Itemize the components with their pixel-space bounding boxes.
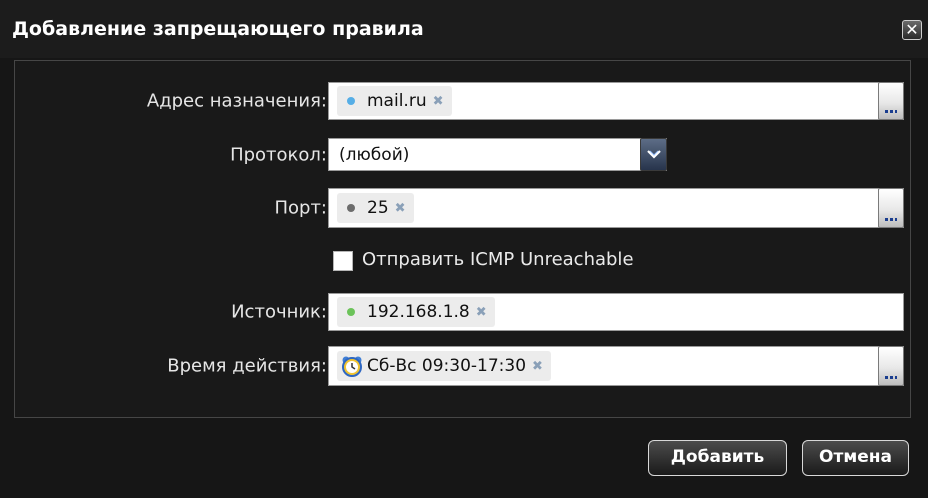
domain-dot-icon xyxy=(347,97,355,105)
title-bar: Добавление запрещающего правила ✕ xyxy=(0,0,928,58)
rule-form-panel: Адрес назначения: mail.ru ✖ Протокол: (л… xyxy=(14,60,911,418)
remove-port-icon[interactable]: ✖ xyxy=(395,201,406,216)
remove-destination-icon[interactable]: ✖ xyxy=(433,94,444,109)
icmp-checkbox-label: Отправить ICMP Unreachable xyxy=(362,249,634,270)
close-button[interactable]: ✕ xyxy=(902,20,922,40)
remove-schedule-icon[interactable]: ✖ xyxy=(532,359,543,374)
dialog-title: Добавление запрещающего правила xyxy=(12,18,424,40)
schedule-token-text: Сб-Вс 09:30-17:30 xyxy=(367,356,527,376)
schedule-field[interactable]: Сб-Вс 09:30-17:30 ✖ xyxy=(328,346,904,386)
remove-source-icon[interactable]: ✖ xyxy=(476,305,487,320)
schedule-row: Время действия: Сб-Вс 09:30-17:30 ✖ xyxy=(15,346,910,386)
port-field[interactable]: 25 ✖ xyxy=(328,188,904,228)
source-token-text: 192.168.1.8 xyxy=(367,302,470,322)
add-deny-rule-dialog: Добавление запрещающего правила ✕ Адрес … xyxy=(0,0,928,498)
protocol-select[interactable]: (любой) xyxy=(328,138,667,171)
port-browse-button[interactable] xyxy=(878,188,904,228)
schedule-browse-button[interactable] xyxy=(878,346,904,386)
source-row: Источник: 192.168.1.8 ✖ xyxy=(15,293,910,331)
destination-token: mail.ru ✖ xyxy=(337,86,452,116)
source-field[interactable]: 192.168.1.8 ✖ xyxy=(328,293,904,331)
icmp-checkbox[interactable] xyxy=(333,251,353,271)
add-button[interactable]: Добавить xyxy=(648,440,787,476)
port-row: Порт: 25 ✖ xyxy=(15,188,910,228)
destination-token-text: mail.ru xyxy=(367,91,427,111)
destination-label: Адрес назначения: xyxy=(146,90,327,112)
source-label: Источник: xyxy=(231,301,327,323)
destination-field[interactable]: mail.ru ✖ xyxy=(328,82,904,120)
port-token: 25 ✖ xyxy=(337,193,414,223)
protocol-row: Протокол: (любой) xyxy=(15,138,910,171)
cancel-button[interactable]: Отмена xyxy=(802,440,909,476)
port-label: Порт: xyxy=(274,197,327,219)
schedule-label: Время действия: xyxy=(167,355,327,377)
schedule-token: Сб-Вс 09:30-17:30 ✖ xyxy=(337,351,551,381)
protocol-value: (любой) xyxy=(339,144,410,165)
close-icon: ✕ xyxy=(905,20,919,39)
host-dot-icon xyxy=(347,308,355,316)
clock-icon xyxy=(342,356,362,377)
protocol-label: Протокол: xyxy=(230,144,327,165)
icmp-checkbox-row[interactable]: Отправить ICMP Unreachable xyxy=(15,249,910,275)
chevron-down-icon[interactable] xyxy=(640,138,667,171)
destination-row: Адрес назначения: mail.ru ✖ xyxy=(15,82,910,120)
port-token-text: 25 xyxy=(367,198,389,218)
destination-browse-button[interactable] xyxy=(878,82,904,120)
source-token: 192.168.1.8 ✖ xyxy=(337,297,495,327)
port-dot-icon xyxy=(347,204,355,212)
